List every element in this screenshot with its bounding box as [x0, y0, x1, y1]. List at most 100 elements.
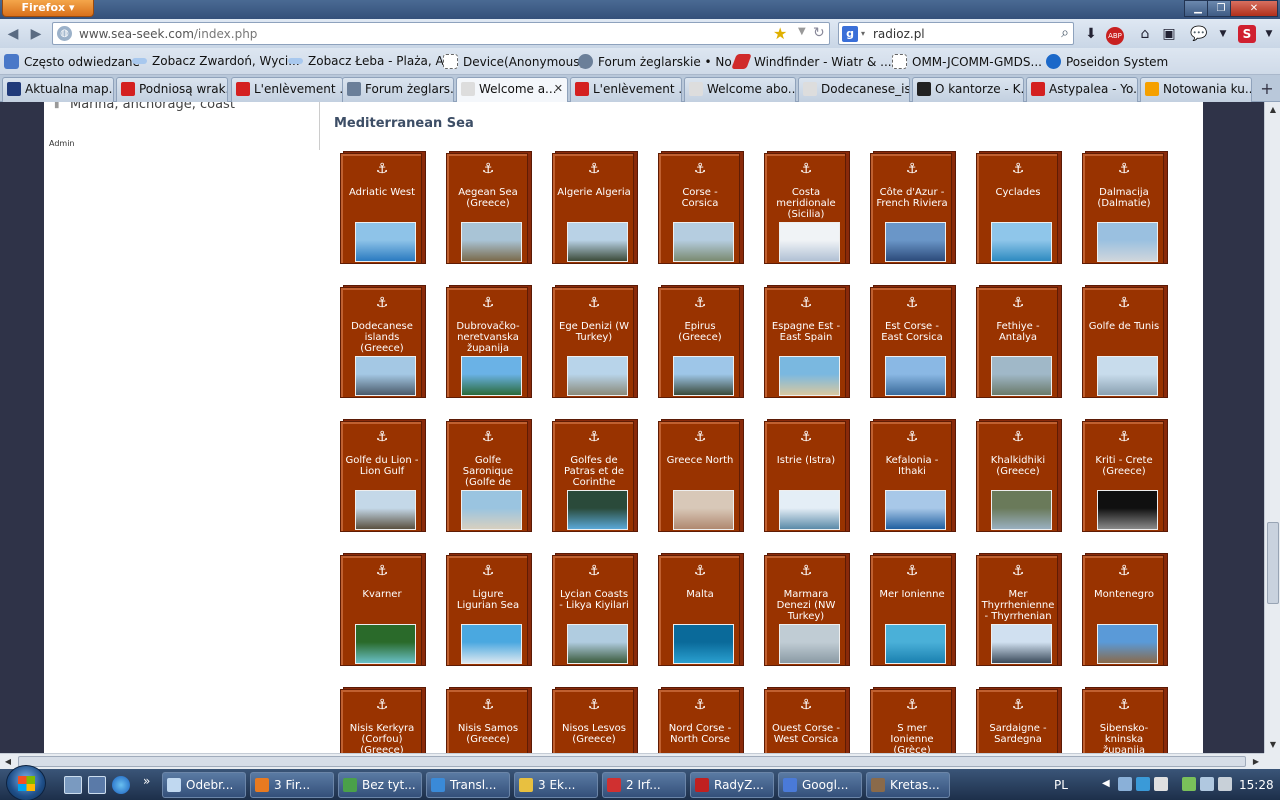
region-thumbnail[interactable] — [1097, 490, 1158, 530]
chat-icon[interactable]: 💬 — [1188, 24, 1210, 44]
region-name[interactable]: Dubrovačko-neretvanska županija — [451, 321, 525, 354]
taskbar-button[interactable]: 3 Ek... — [514, 772, 598, 798]
region-thumbnail[interactable] — [1097, 222, 1158, 262]
network-tray-icon[interactable] — [1118, 777, 1132, 791]
app-tray-icon[interactable] — [1136, 777, 1150, 791]
reload-icon[interactable]: ↻ — [813, 25, 825, 41]
bookmark-star-icon[interactable]: ★ — [773, 24, 787, 43]
region-thumbnail[interactable] — [779, 356, 840, 396]
region-name[interactable]: Golfe de Tunis — [1087, 321, 1161, 354]
region-card[interactable]: ⚓ Nisis Samos (Greece) — [446, 686, 532, 753]
bookmark-item[interactable]: Poseidon System — [1046, 54, 1168, 69]
region-name[interactable]: Côte d'Azur - French Riviera — [875, 187, 949, 220]
tab[interactable]: L'enlèvement ... — [570, 77, 682, 102]
region-thumbnail[interactable] — [673, 356, 734, 396]
firefox-menu-button[interactable]: Firefox ▾ — [2, 0, 94, 17]
region-name[interactable]: Malta — [663, 589, 737, 622]
region-name[interactable]: Nisos Lesvos (Greece) — [557, 723, 631, 753]
region-name[interactable]: Kefalonia - Ithaki — [875, 455, 949, 488]
region-name[interactable]: Šibensko-kninska županija — [1087, 723, 1161, 753]
region-thumbnail[interactable] — [567, 222, 628, 262]
taskbar-button[interactable]: Googl... — [778, 772, 862, 798]
region-thumbnail[interactable] — [779, 490, 840, 530]
region-card[interactable]: ⚓ Greece North — [658, 418, 744, 532]
bookmark-item[interactable]: Zobacz Zwardoń, Wyci... — [132, 54, 300, 68]
region-name[interactable]: Est Corse - East Corsica — [875, 321, 949, 354]
region-card[interactable]: ⚓ S mer Ionienne (Grèce) — [870, 686, 956, 753]
region-card[interactable]: ⚓ Malta — [658, 552, 744, 666]
region-name[interactable]: Aegean Sea (Greece) — [451, 187, 525, 220]
bookmark-item[interactable]: Device(Anonymous) — [443, 54, 584, 69]
region-thumbnail[interactable] — [355, 356, 416, 396]
region-thumbnail[interactable] — [567, 356, 628, 396]
region-card[interactable]: ⚓ Nisos Lesvos (Greece) — [552, 686, 638, 753]
tab[interactable]: Dodecanese_is... — [798, 77, 910, 102]
horizontal-scroll-thumb[interactable] — [18, 756, 1246, 767]
region-card[interactable]: ⚓ Espagne Est - East Spain — [764, 284, 850, 398]
search-icon[interactable]: ⌕ — [1061, 25, 1069, 41]
region-card[interactable]: ⚓ Šibensko-kninska županija — [1082, 686, 1168, 753]
address-bar[interactable]: ◍ www.sea-seek.com/index.php ★ ▼ ↻ — [52, 22, 830, 45]
region-thumbnail[interactable] — [885, 222, 946, 262]
bookmark-item[interactable]: Windfinder - Wiatr & ... — [731, 54, 892, 69]
region-name[interactable]: Nisis Kerkyra (Corfou) (Greece) — [345, 723, 419, 753]
region-name[interactable]: Nisis Samos (Greece) — [451, 723, 525, 753]
region-card[interactable]: ⚓ Costa meridionale (Sicilia) — [764, 150, 850, 264]
region-card[interactable]: ⚓ Nord Corse - North Corse — [658, 686, 744, 753]
region-name[interactable]: Marmara Denezi (NW Turkey) — [769, 589, 843, 622]
horizontal-scrollbar[interactable]: ◀ ▶ — [0, 753, 1264, 769]
signal-tray-icon[interactable] — [1182, 777, 1196, 791]
region-thumbnail[interactable] — [885, 624, 946, 664]
forward-button[interactable]: ▶ — [26, 24, 46, 44]
region-thumbnail[interactable] — [779, 624, 840, 664]
region-card[interactable]: ⚓ Sardaigne - Sardegna — [976, 686, 1062, 753]
start-button[interactable] — [6, 765, 46, 800]
region-card[interactable]: ⚓ Mer Ionienne — [870, 552, 956, 666]
region-thumbnail[interactable] — [567, 490, 628, 530]
region-thumbnail[interactable] — [355, 490, 416, 530]
tab[interactable]: Notowania ku... — [1140, 77, 1252, 102]
engine-dropdown-icon[interactable]: ▾ — [861, 29, 865, 38]
region-thumbnail[interactable] — [461, 356, 522, 396]
s-extension-icon[interactable]: S — [1238, 25, 1256, 43]
region-thumbnail[interactable] — [673, 490, 734, 530]
region-name[interactable]: Mer Thyrrhenienne - Thyrrhenian — [981, 589, 1055, 622]
region-card[interactable]: ⚓ Mer Thyrrhenienne - Thyrrhenian — [976, 552, 1062, 666]
region-name[interactable]: Khalkidhiki (Greece) — [981, 455, 1055, 488]
region-thumbnail[interactable] — [991, 490, 1052, 530]
region-name[interactable]: Adriatic West — [345, 187, 419, 220]
menu-dropdown-icon[interactable]: ▼ — [1212, 24, 1234, 44]
region-card[interactable]: ⚓ Kefalonia - Ithaki — [870, 418, 956, 532]
region-card[interactable]: ⚓ Montenegro — [1082, 552, 1168, 666]
region-thumbnail[interactable] — [673, 624, 734, 664]
region-card[interactable]: ⚓ Dodecanese islands (Greece) — [340, 284, 426, 398]
volume-tray-icon[interactable] — [1218, 777, 1232, 791]
region-name[interactable]: Dalmacija (Dalmatie) — [1087, 187, 1161, 220]
region-name[interactable]: Ege Denizi (W Turkey) — [557, 321, 631, 354]
region-name[interactable]: Espagne Est - East Spain — [769, 321, 843, 354]
region-card[interactable]: ⚓ Fethiye - Antalya — [976, 284, 1062, 398]
tab-active[interactable]: Welcome a... ✕ — [456, 77, 568, 102]
history-dropdown-icon[interactable]: ▼ — [798, 26, 806, 37]
region-name[interactable]: Corse - Corsica — [663, 187, 737, 220]
scroll-down-arrow-icon[interactable]: ▼ — [1265, 737, 1280, 753]
region-thumbnail[interactable] — [885, 490, 946, 530]
region-name[interactable]: Ligure Ligurian Sea — [451, 589, 525, 622]
app-tray-icon[interactable] — [1154, 777, 1168, 791]
quicklaunch-more-icon[interactable]: » — [143, 774, 150, 788]
region-card[interactable]: ⚓ Cyclades — [976, 150, 1062, 264]
tab[interactable]: Podniosą wrak... — [116, 77, 228, 102]
region-name[interactable]: Golfe Saronique (Golfe de — [451, 455, 525, 488]
region-name[interactable]: Ouest Corse - West Corsica — [769, 723, 843, 753]
region-name[interactable]: Montenegro — [1087, 589, 1161, 622]
region-thumbnail[interactable] — [355, 222, 416, 262]
region-card[interactable]: ⚓ Côte d'Azur - French Riviera — [870, 150, 956, 264]
region-card[interactable]: ⚓ Ligure Ligurian Sea — [446, 552, 532, 666]
region-card[interactable]: ⚓ Corse - Corsica — [658, 150, 744, 264]
region-card[interactable]: ⚓ Est Corse - East Corsica — [870, 284, 956, 398]
tab[interactable]: O kantorze - K... — [912, 77, 1024, 102]
close-tab-icon[interactable]: ✕ — [554, 82, 563, 95]
region-thumbnail[interactable] — [1097, 356, 1158, 396]
region-thumbnail[interactable] — [779, 222, 840, 262]
region-name[interactable]: Golfe du Lion - Lion Gulf — [345, 455, 419, 488]
